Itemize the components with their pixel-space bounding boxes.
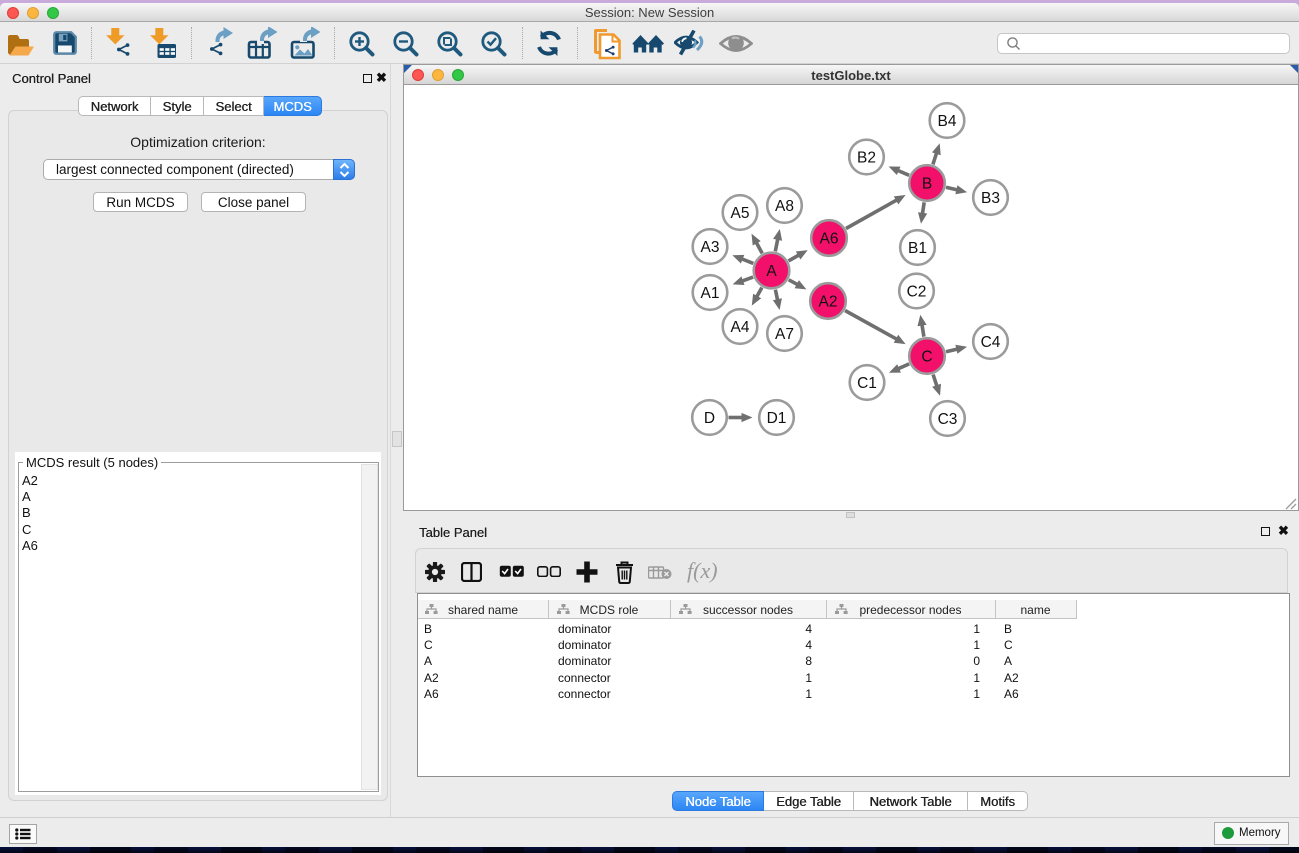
svg-text:A3: A3 [701,239,720,256]
svg-text:A7: A7 [775,326,794,343]
svg-text:A5: A5 [731,205,750,222]
svg-text:C2: C2 [907,283,927,300]
svg-text:B1: B1 [908,240,927,257]
svg-text:C: C [921,348,932,365]
svg-text:C4: C4 [981,334,1001,351]
svg-text:A6: A6 [820,230,839,247]
svg-text:A4: A4 [731,319,750,336]
svg-text:C1: C1 [857,375,877,392]
svg-text:A: A [766,263,777,280]
svg-text:B4: B4 [938,113,957,130]
svg-text:D: D [704,410,715,427]
svg-text:A8: A8 [775,198,794,215]
svg-text:D1: D1 [767,410,787,427]
svg-text:B: B [922,175,932,192]
svg-text:A1: A1 [701,285,720,302]
svg-text:C3: C3 [938,411,958,428]
svg-text:B2: B2 [857,149,876,166]
svg-text:B3: B3 [981,190,1000,207]
svg-text:A2: A2 [819,293,838,310]
